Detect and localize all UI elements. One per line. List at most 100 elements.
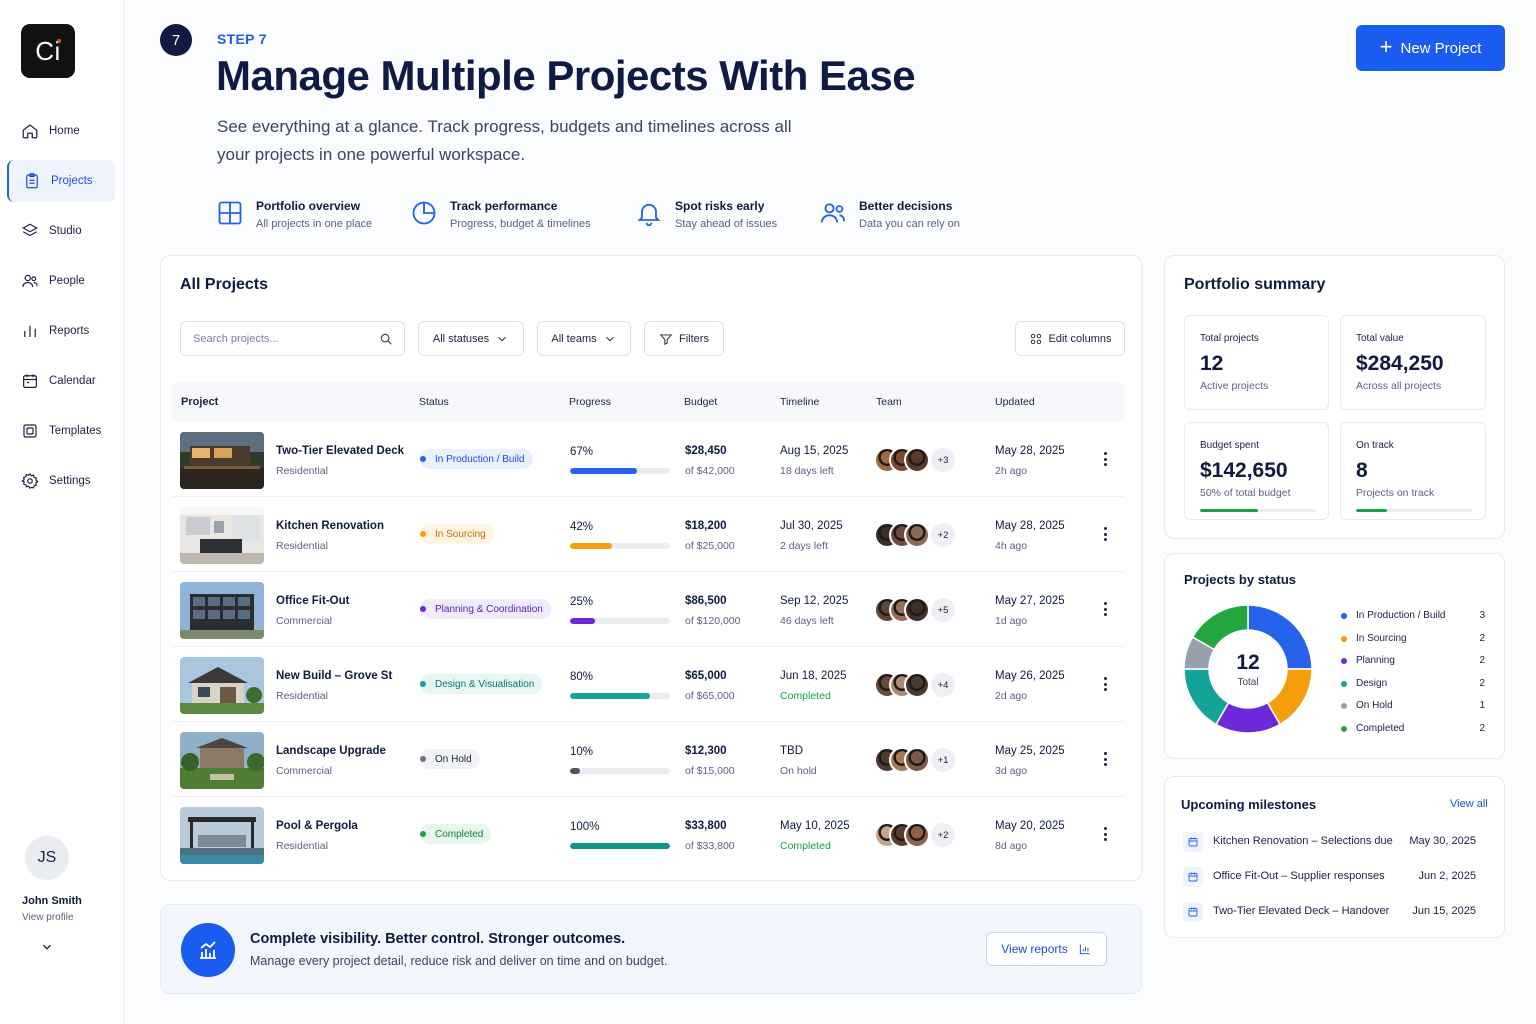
stat-label: Total projects: [1200, 333, 1259, 344]
view-profile-link[interactable]: View profile: [22, 912, 74, 923]
chevron-down-icon: [605, 336, 614, 341]
milestone-item[interactable]: Two-Tier Elevated Deck – Handover Jun 15…: [1183, 902, 1488, 923]
upcoming-milestones-title: Upcoming milestones: [1181, 797, 1317, 812]
row-menu-icon[interactable]: [1099, 677, 1111, 693]
stat-total-value: Total value $284,250 Across all projects: [1340, 315, 1486, 410]
team-more-count: +3: [931, 448, 955, 472]
donut-total-value: 12: [1236, 650, 1260, 674]
column-header-timeline[interactable]: Timeline: [780, 396, 819, 408]
row-menu-icon[interactable]: [1099, 452, 1111, 468]
progress-fill: [570, 768, 580, 774]
column-header-budget[interactable]: Budget: [684, 396, 717, 408]
milestone-date: Jun 15, 2025: [1412, 905, 1476, 917]
edit-columns-button[interactable]: Edit columns: [1015, 321, 1125, 356]
status-badge: In Production / Build: [420, 449, 533, 469]
project-thumbnail: [180, 432, 264, 489]
table-row[interactable]: Pool & Pergola Residential Completed 100…: [172, 797, 1124, 872]
timeline-remaining: On hold: [780, 765, 817, 777]
legend-label: Completed: [1356, 722, 1405, 734]
sidebar-item-calendar[interactable]: Calendar: [7, 360, 115, 402]
progress-fill: [570, 618, 595, 624]
row-menu-icon[interactable]: [1099, 602, 1111, 618]
project-name[interactable]: Kitchen Renovation: [276, 520, 384, 532]
team-avatar: [904, 747, 930, 773]
column-header-project[interactable]: Project: [181, 396, 218, 408]
budget-spent: $18,200: [685, 520, 727, 532]
sidebar-item-home[interactable]: Home: [7, 110, 115, 152]
analytics-icon: [181, 923, 235, 977]
feature-sub: Data you can rely on: [859, 218, 960, 230]
project-name[interactable]: Landscape Upgrade: [276, 745, 386, 757]
stat-budget-spent: Budget spent $142,650 50% of total budge…: [1184, 422, 1329, 520]
table-row[interactable]: Office Fit-Out Commercial Planning & Coo…: [172, 572, 1124, 647]
row-menu-icon[interactable]: [1099, 527, 1111, 543]
stat-on-track: On track 8 Projects on track: [1340, 422, 1486, 520]
people-icon: [22, 274, 38, 288]
milestone-item[interactable]: Office Fit-Out – Supplier responses Jun …: [1183, 867, 1488, 888]
new-project-button[interactable]: + New Project: [1356, 25, 1505, 71]
status-badge: On Hold: [420, 749, 480, 769]
stat-label: On track: [1356, 440, 1394, 451]
status-dot: [420, 756, 426, 762]
row-menu-icon[interactable]: [1099, 752, 1111, 768]
column-header-updated[interactable]: Updated: [995, 396, 1035, 408]
status-filter-label: All statuses: [432, 332, 490, 345]
user-profile[interactable]: JS John Smith View profile: [0, 836, 100, 950]
view-all-link[interactable]: View all: [1450, 798, 1488, 810]
table-row[interactable]: New Build – Grove St Residential Design …: [172, 647, 1124, 722]
projects-by-status-card: Projects by status 12 Total In Productio…: [1164, 553, 1505, 759]
upcoming-milestones-card: Upcoming milestones View all Kitchen Ren…: [1164, 776, 1505, 938]
project-type: Residential: [276, 465, 328, 477]
plus-icon: +: [1379, 34, 1393, 59]
status-badge: In Sourcing: [420, 524, 494, 544]
table-row[interactable]: Landscape Upgrade Commercial On Hold 10%…: [172, 722, 1124, 797]
chevron-down-icon[interactable]: [40, 940, 54, 954]
timeline-date: Jun 18, 2025: [780, 670, 847, 682]
feature-risks: Spot risks early Stay ahead of issues: [635, 196, 777, 230]
sidebar-item-projects[interactable]: Projects: [7, 160, 115, 202]
stat-sub: Active projects: [1200, 380, 1269, 392]
filters-button[interactable]: Filters: [644, 321, 724, 356]
row-menu-icon[interactable]: [1099, 827, 1111, 843]
updated-ago: 2h ago: [995, 465, 1028, 477]
sidebar-item-reports[interactable]: Reports: [7, 310, 115, 352]
on-track-progress-fill: [1356, 509, 1388, 512]
sidebar-item-templates[interactable]: Templates: [7, 410, 115, 452]
visibility-banner: Complete visibility. Better control. Str…: [160, 904, 1142, 994]
portfolio-summary-card: Portfolio summary Total projects 12 Acti…: [1164, 255, 1505, 539]
sidebar-item-label: Home: [49, 125, 80, 137]
sidebar-item-settings[interactable]: Settings: [7, 460, 115, 502]
teams-filter-dropdown[interactable]: All teams: [537, 321, 631, 356]
view-reports-button[interactable]: View reports: [986, 932, 1107, 966]
progress-fill: [570, 693, 650, 699]
project-name[interactable]: Office Fit-Out: [276, 595, 349, 607]
table-row[interactable]: Two-Tier Elevated Deck Residential In Pr…: [172, 422, 1124, 497]
table-row[interactable]: Kitchen Renovation Residential In Sourci…: [172, 497, 1124, 572]
column-header-status[interactable]: Status: [419, 396, 449, 408]
sidebar-item-people[interactable]: People: [7, 260, 115, 302]
sidebar-item-label: Templates: [49, 425, 102, 437]
updated-date: May 28, 2025: [995, 520, 1065, 532]
app-logo[interactable]: Ci: [21, 24, 75, 78]
legend-item: In Production / Build 3: [1341, 609, 1487, 632]
team-avatar: [904, 822, 930, 848]
project-name[interactable]: Pool & Pergola: [276, 820, 358, 832]
project-name[interactable]: New Build – Grove St: [276, 670, 392, 682]
page-subtitle: See everything at a glance. Track progre…: [217, 117, 792, 164]
progress-value: 42%: [570, 521, 594, 533]
search-placeholder: Search projects...: [193, 333, 279, 345]
column-header-team[interactable]: Team: [876, 396, 902, 408]
search-input[interactable]: Search projects...: [180, 321, 405, 356]
project-name[interactable]: Two-Tier Elevated Deck: [276, 445, 404, 457]
milestone-item[interactable]: Kitchen Renovation – Selections due May …: [1183, 832, 1488, 853]
milestone-date: Jun 2, 2025: [1418, 870, 1477, 882]
sidebar-item-studio[interactable]: Studio: [7, 210, 115, 252]
timeline-remaining: 18 days left: [780, 465, 834, 477]
page-title: Manage Multiple Projects With Ease: [216, 52, 916, 99]
legend-dot: [1341, 680, 1347, 687]
milestone-title: Office Fit-Out – Supplier responses: [1213, 870, 1385, 882]
column-header-progress[interactable]: Progress: [569, 396, 611, 408]
avatar: JS: [25, 836, 69, 880]
project-thumbnail: [180, 507, 264, 564]
status-filter-dropdown[interactable]: All statuses: [418, 321, 524, 356]
